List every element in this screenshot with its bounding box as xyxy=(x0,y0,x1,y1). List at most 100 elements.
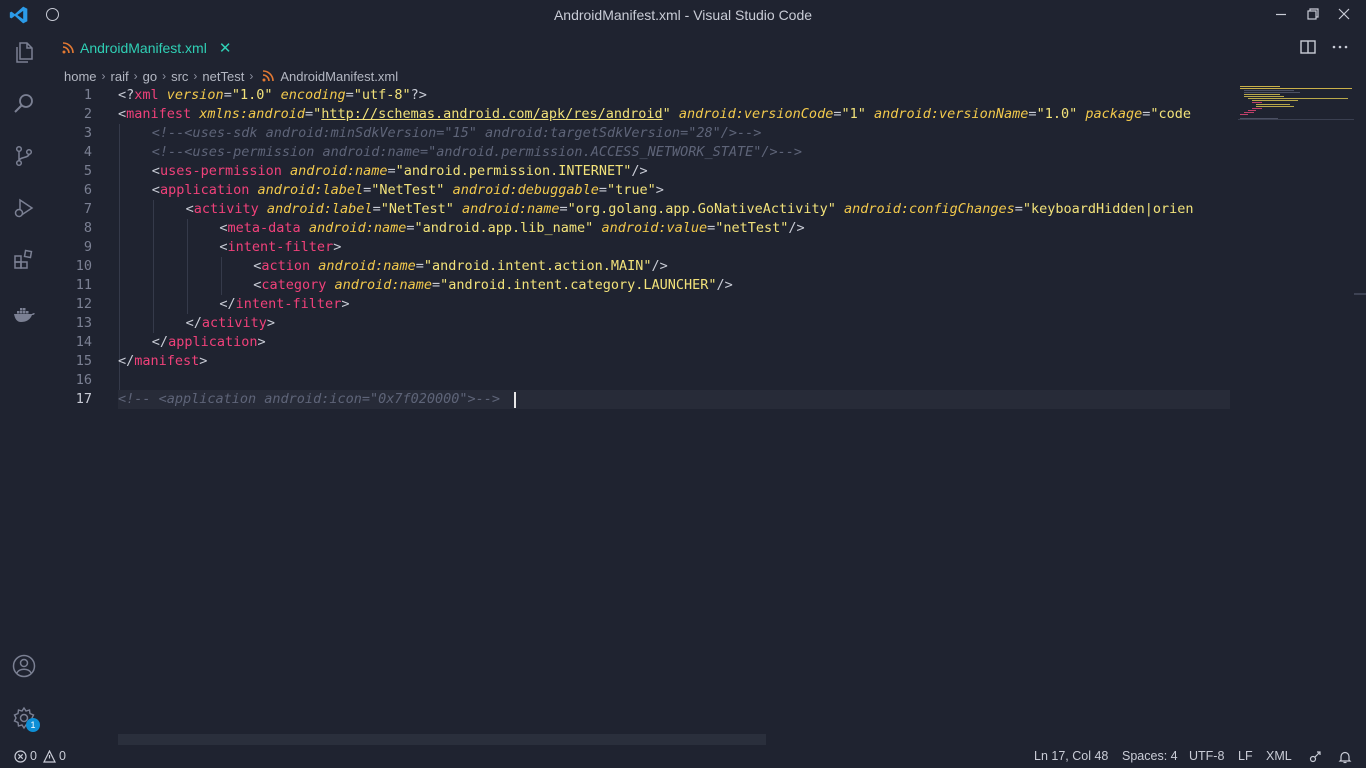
language-mode[interactable]: XML xyxy=(1266,749,1292,763)
code-text: <activity android:label="NetTest" androi… xyxy=(185,201,1194,217)
code-text: <action android:name="android.intent.act… xyxy=(253,258,668,274)
code-line[interactable]: 6 <application android:label="NetTest" an… xyxy=(48,181,1238,200)
code-text: <meta-data android:name="android.app.lib… xyxy=(219,220,805,236)
rss-file-icon xyxy=(62,42,74,54)
code-text: <intent-filter> xyxy=(219,239,342,255)
line-number: 3 xyxy=(83,125,92,141)
code-text: <category android:name="android.intent.c… xyxy=(253,277,733,293)
code-line[interactable]: 5 <uses-permission android:name="android.… xyxy=(48,162,1238,181)
line-number: 2 xyxy=(83,106,92,122)
line-number: 9 xyxy=(83,239,92,255)
restore-icon[interactable] xyxy=(1305,6,1321,22)
code-text: <application android:label="NetTest" and… xyxy=(151,182,664,198)
breadcrumb-file[interactable]: AndroidManifest.xml xyxy=(280,69,398,84)
split-editor-icon[interactable] xyxy=(1299,38,1317,56)
chevron-right-icon: › xyxy=(101,69,106,83)
line-number: 13 xyxy=(75,315,92,331)
line-number: 16 xyxy=(75,372,92,388)
breadcrumb-item[interactable]: raif xyxy=(111,69,129,84)
title-bar: AndroidManifest.xml - Visual Studio Code xyxy=(0,0,1366,30)
code-line[interactable]: 10 <action android:name="android.intent.a… xyxy=(48,257,1238,276)
code-text: </application> xyxy=(151,334,266,350)
chevron-right-icon: › xyxy=(162,69,167,83)
code-line[interactable]: 11 <category android:name="android.intent… xyxy=(48,276,1238,295)
breadcrumb-item[interactable]: home xyxy=(64,69,97,84)
chevron-right-icon: › xyxy=(249,69,254,83)
code-line[interactable]: 14 </application> xyxy=(48,333,1238,352)
code-text: <!--<uses-sdk android:minSdkVersion="15"… xyxy=(151,125,762,141)
code-line[interactable]: 2 <manifest xmlns:android="http://schemas… xyxy=(48,105,1238,124)
tab-androidmanifest[interactable]: AndroidManifest.xml ✕ xyxy=(62,38,231,58)
line-number: 17 xyxy=(75,391,92,407)
code-text: <!--<uses-permission android:name="andro… xyxy=(151,144,803,160)
search-icon[interactable] xyxy=(12,92,36,116)
breadcrumb-item[interactable]: netTest xyxy=(202,69,244,84)
extensions-icon[interactable] xyxy=(12,248,36,272)
tab-close-button[interactable]: ✕ xyxy=(219,39,232,57)
code-line[interactable]: 15 </manifest> xyxy=(48,352,1238,371)
code-line[interactable]: 4 <!--<uses-permission android:name="andr… xyxy=(48,143,1238,162)
encoding[interactable]: UTF-8 xyxy=(1189,749,1224,763)
code-line[interactable]: 1 <?xml version="1.0" encoding="utf-8"?> xyxy=(48,86,1238,105)
code-text: <uses-permission android:name="android.p… xyxy=(151,163,648,179)
line-number: 1 xyxy=(83,87,92,103)
line-number: 14 xyxy=(75,334,92,350)
code-line[interactable]: 13 </activity> xyxy=(48,314,1238,333)
line-number: 7 xyxy=(83,201,92,217)
breadcrumb-item[interactable]: go xyxy=(143,69,157,84)
horizontal-scrollbar[interactable] xyxy=(118,734,766,745)
line-number: 10 xyxy=(75,258,92,274)
code-line[interactable]: 17 <!-- <application android:icon="0x7f02… xyxy=(48,390,1238,409)
source-control-icon[interactable] xyxy=(12,144,36,168)
code-text: </manifest> xyxy=(118,353,208,369)
activity-bar: 1 xyxy=(0,30,48,745)
chevron-right-icon: › xyxy=(133,69,138,83)
cursor-position[interactable]: Ln 17, Col 48 xyxy=(1034,749,1108,763)
account-icon[interactable] xyxy=(12,654,36,678)
error-count: 0 xyxy=(30,749,37,763)
files-icon[interactable] xyxy=(12,40,36,64)
line-number: 11 xyxy=(75,277,92,293)
line-number: 8 xyxy=(83,220,92,236)
warning-icon xyxy=(42,749,56,763)
code-line[interactable]: 3 <!--<uses-sdk android:minSdkVersion="15… xyxy=(48,124,1238,143)
breadcrumb-item[interactable]: src xyxy=(171,69,188,84)
settings-badge: 1 xyxy=(26,718,40,732)
code-line[interactable]: 7 <activity android:label="NetTest" andro… xyxy=(48,200,1238,219)
line-number: 4 xyxy=(83,144,92,160)
chevron-right-icon: › xyxy=(193,69,198,83)
feedback-icon[interactable] xyxy=(1308,750,1322,764)
bell-icon[interactable] xyxy=(1338,750,1352,764)
indentation[interactable]: Spaces: 4 xyxy=(1122,749,1178,763)
code-line[interactable]: 16 xyxy=(48,371,1238,390)
line-number: 15 xyxy=(75,353,92,369)
line-number: 5 xyxy=(83,163,92,179)
rss-file-icon xyxy=(262,70,275,82)
minimize-icon[interactable] xyxy=(1273,6,1289,22)
code-text: </activity> xyxy=(185,315,276,331)
code-text: <?xml version="1.0" encoding="utf-8"?> xyxy=(118,87,427,103)
vertical-scrollbar[interactable] xyxy=(1354,86,1366,736)
code-line[interactable]: 8 <meta-data android:name="android.app.li… xyxy=(48,219,1238,238)
code-text: <manifest xmlns:android="http://schemas.… xyxy=(118,106,1192,122)
code-text: </intent-filter> xyxy=(219,296,350,312)
status-bar: 0 0 Ln 17, Col 48 Spaces: 4 UTF-8 LF XML xyxy=(0,745,1366,768)
error-icon xyxy=(14,749,27,763)
code-editor[interactable]: 1 <?xml version="1.0" encoding="utf-8"?> 2… xyxy=(48,86,1238,736)
tab-label: AndroidManifest.xml xyxy=(80,40,207,56)
code-line[interactable]: 12 </intent-filter> xyxy=(48,295,1238,314)
run-debug-icon[interactable] xyxy=(12,196,36,220)
minimap[interactable] xyxy=(1238,86,1354,126)
code-text: <!-- <application android:icon="0x7f0200… xyxy=(118,391,501,407)
line-number: 6 xyxy=(83,182,92,198)
problems-indicator[interactable]: 0 0 xyxy=(14,749,66,763)
line-number: 12 xyxy=(75,296,92,312)
line-ending[interactable]: LF xyxy=(1238,749,1253,763)
window-title: AndroidManifest.xml - Visual Studio Code xyxy=(553,7,813,23)
code-line[interactable]: 9 <intent-filter> xyxy=(48,238,1238,257)
docker-icon[interactable] xyxy=(12,302,36,326)
close-window-icon[interactable] xyxy=(1336,6,1352,22)
more-actions-icon[interactable] xyxy=(1331,38,1349,56)
tab-bar: AndroidManifest.xml ✕ xyxy=(48,30,1366,65)
breadcrumb: home › raif › go › src › netTest › AndroidMan… xyxy=(64,67,398,85)
